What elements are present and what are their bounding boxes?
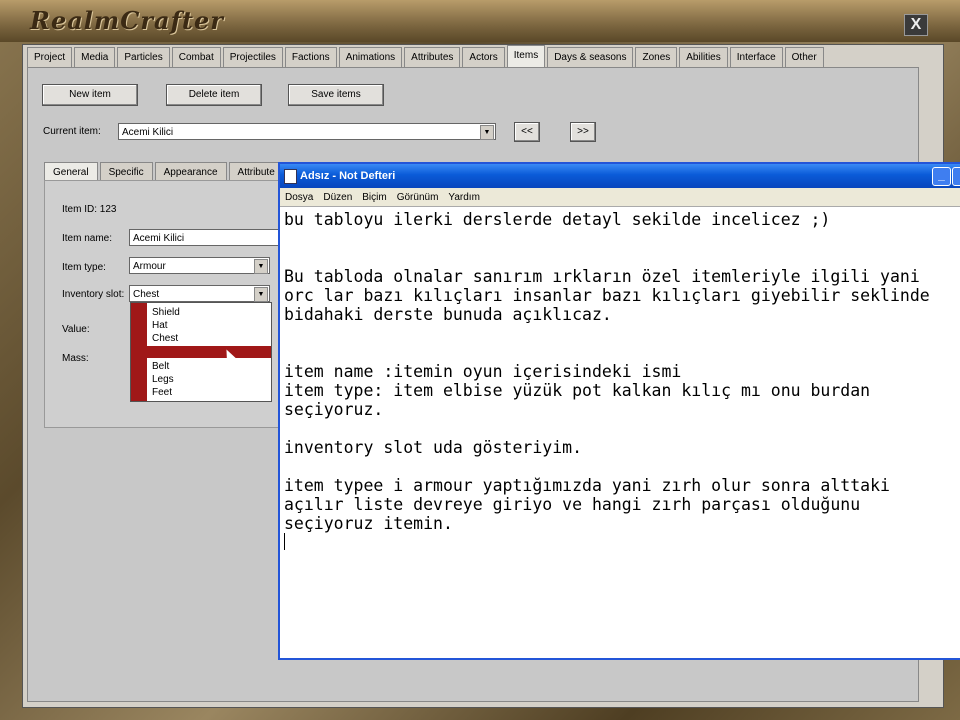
new-item-button[interactable]: New item (42, 84, 138, 106)
slot-option[interactable]: Legs (152, 373, 174, 386)
tab-project[interactable]: Project (27, 47, 73, 68)
next-item-button[interactable]: >> (570, 122, 596, 142)
menu-3[interactable]: Görünüm (392, 192, 444, 203)
text-line (284, 229, 956, 248)
app-titlebar: RealmCrafter X (0, 0, 960, 42)
text-line: seçiyoruz. (284, 400, 384, 419)
tab-other[interactable]: Other (784, 47, 824, 68)
tab-interface[interactable]: Interface (729, 47, 783, 68)
text-line: orc lar bazı kılıçları insanlar bazı kıl… (284, 286, 930, 305)
chevron-down-icon[interactable]: ▼ (480, 125, 494, 140)
inventory-slot-select[interactable]: Chest ▼ (129, 285, 270, 302)
close-button[interactable]: X (904, 14, 928, 36)
text-line: item type: item elbise yüzük pot kalkan … (284, 381, 871, 400)
notepad-icon (284, 169, 297, 184)
chevron-down-icon[interactable]: ▼ (254, 259, 268, 274)
notepad-text-area[interactable]: bu tabloyu ilerki derslerde detayl sekil… (280, 207, 960, 658)
item-type-select[interactable]: Armour ▼ (129, 257, 270, 274)
notepad-titlebar[interactable]: Adsız - Not Defteri _ (280, 164, 960, 188)
slot-option[interactable]: Feet (152, 386, 172, 399)
dropdown-bar (131, 303, 147, 401)
text-caret (284, 533, 956, 552)
text-line (284, 457, 956, 476)
text-line: inventory slot uda gösteriyim. (284, 438, 583, 457)
menu-1[interactable]: Düzen (318, 192, 357, 203)
notepad-menubar: Dosya Düzen Biçim Görünüm Yardım (280, 188, 960, 207)
text-line: bidahaki derste bunuda açıklıcaz. (284, 305, 612, 324)
maximize-icon[interactable] (952, 167, 960, 186)
current-item-select[interactable]: Acemi Kilici ▼ (118, 123, 496, 140)
notepad-window: Adsız - Not Defteri _ Dosya Düzen Biçim Gör… (278, 162, 960, 660)
current-item-value: Acemi Kilici (122, 127, 174, 138)
dropdown-highlight (147, 346, 271, 358)
inventory-slot-dropdown: Shield Hat Chest Belt Legs Feet (130, 302, 272, 402)
item-id-text: Item ID: 123 (62, 204, 117, 215)
tab-days-seasons[interactable]: Days & seasons (547, 47, 634, 68)
main-tab-bar: Project Media Particles Combat Projectiles Fa… (27, 45, 826, 69)
prev-item-button[interactable]: << (514, 122, 540, 142)
item-type-label: Item type: (62, 262, 106, 273)
notepad-title: Adsız - Not Defteri (300, 170, 396, 182)
value-label: Value: (62, 324, 90, 335)
menu-0[interactable]: Dosya (280, 192, 318, 203)
tab-attributes[interactable]: Attributes (404, 47, 461, 68)
slot-option[interactable]: Hat (152, 319, 168, 332)
menu-2[interactable]: Biçim (357, 192, 391, 203)
tab-abilities[interactable]: Abilities (679, 47, 728, 68)
tab-animations[interactable]: Animations (338, 47, 403, 68)
tab-media[interactable]: Media (74, 47, 116, 68)
text-line (284, 324, 956, 343)
delete-item-button[interactable]: Delete item (166, 84, 262, 106)
tab-actors[interactable]: Actors (462, 47, 505, 68)
tab-items[interactable]: Items (506, 45, 546, 69)
text-line: item name :itemin oyun içerisindeki ismi (284, 362, 682, 381)
tab-factions[interactable]: Factions (284, 47, 337, 68)
slot-option[interactable]: Shield (152, 306, 180, 319)
item-name-value: Acemi Kilici (133, 233, 185, 244)
text-line: Bu tabloda olnalar sanırım ırkların özel… (284, 267, 920, 286)
slot-option[interactable]: Belt (152, 360, 169, 373)
item-name-label: Item name: (62, 233, 113, 244)
tab-combat[interactable]: Combat (171, 47, 221, 68)
chevron-down-icon[interactable]: ▼ (254, 287, 268, 302)
tab-particles[interactable]: Particles (117, 47, 170, 68)
text-line (284, 248, 956, 267)
tab-zones[interactable]: Zones (635, 47, 678, 68)
save-items-button[interactable]: Save items (288, 84, 384, 106)
inventory-slot-value: Chest (133, 289, 160, 300)
minimize-icon[interactable]: _ (932, 167, 951, 186)
menu-4[interactable]: Yardım (443, 192, 485, 203)
text-line: item typee i armour yaptığımızda yani zı… (284, 476, 890, 495)
inventory-slot-label: Inventory slot: (62, 289, 125, 300)
app-logo: RealmCrafter (30, 6, 224, 35)
item-name-input[interactable]: Acemi Kilici (129, 229, 279, 246)
text-line: açılır liste devreye giriyo ve hangi zır… (284, 495, 861, 514)
text-line: seçiyoruz itemin. (284, 514, 453, 533)
tab-projectiles[interactable]: Projectiles (222, 47, 283, 68)
slot-option[interactable]: Chest (152, 332, 178, 345)
mass-label: Mass: (62, 353, 89, 364)
text-line: bu tabloyu ilerki derslerde detayl sekil… (284, 210, 831, 229)
current-item-label: Current item: (43, 126, 101, 137)
text-line (284, 343, 956, 362)
item-type-value: Armour (133, 261, 166, 272)
text-line (284, 419, 956, 438)
